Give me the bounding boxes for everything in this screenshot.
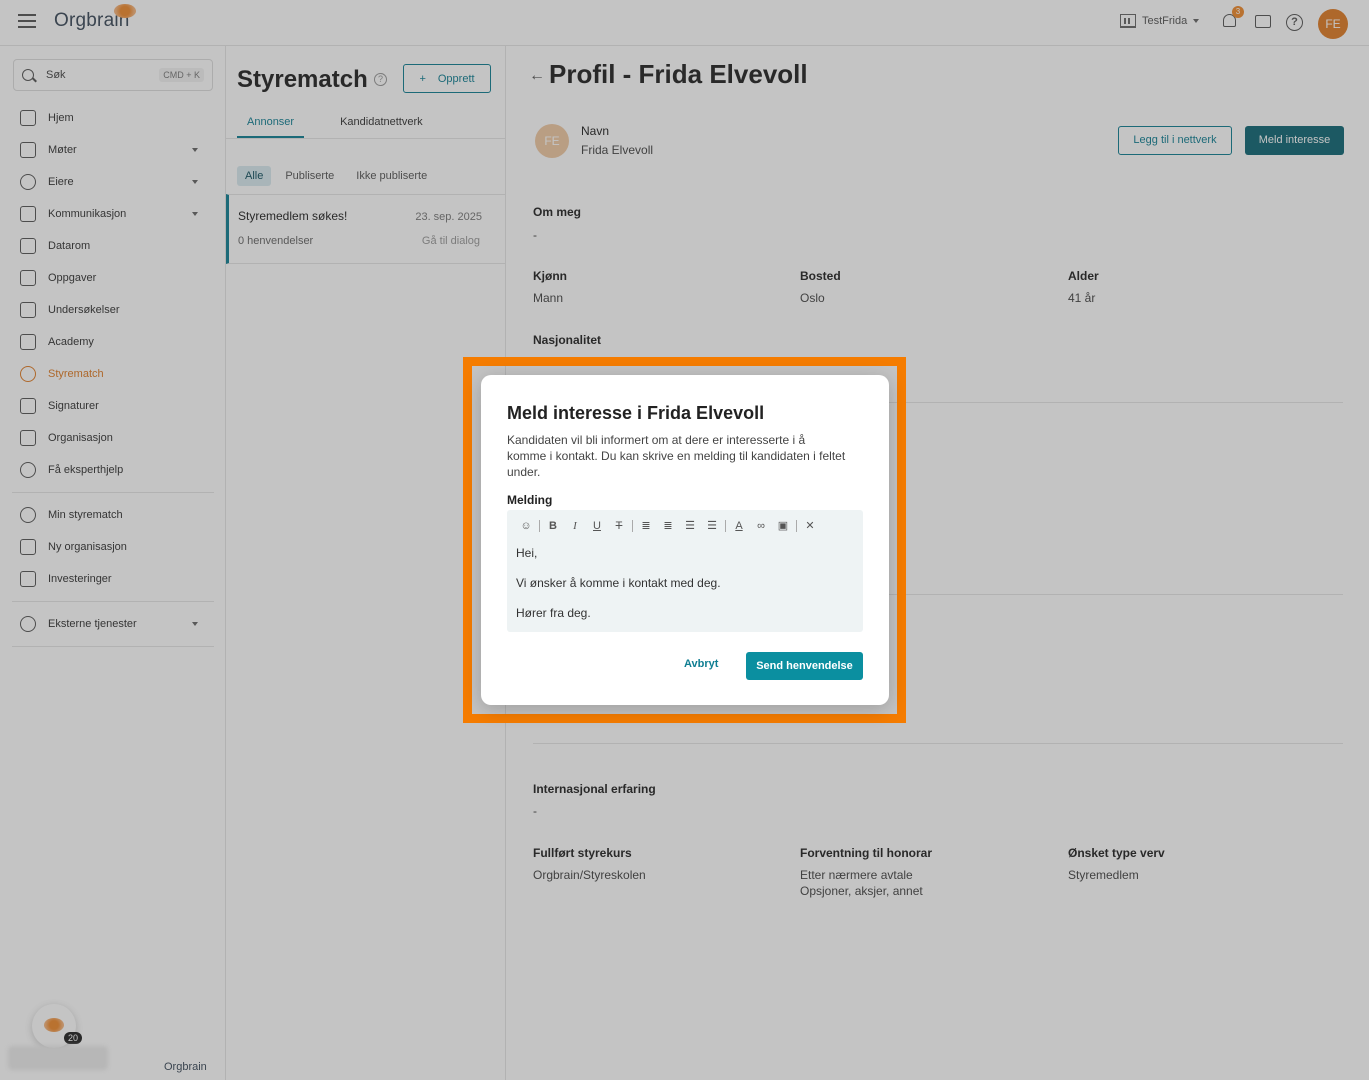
cancel-button[interactable]: Avbryt xyxy=(684,658,718,670)
bullet-list-icon[interactable]: ☰ xyxy=(679,518,701,534)
underline-icon[interactable]: U xyxy=(586,518,608,534)
interest-dialog: Meld interesse i Frida Elvevoll Kandidat… xyxy=(481,375,889,705)
editor-toolbar: ☺ B I U T ≣ ≣ ☰ ☰ A ∞ ▣ ✕ xyxy=(515,518,821,534)
clear-format-icon[interactable]: ✕ xyxy=(799,518,821,534)
link-icon[interactable]: ∞ xyxy=(750,518,772,534)
toolbar-separator xyxy=(796,520,797,532)
dialog-description: Kandidaten vil bli informert om at dere … xyxy=(507,433,846,479)
message-line: Vi ønsker å komme i kontakt med deg. xyxy=(516,576,721,590)
message-text[interactable]: Hei, Vi ønsker å komme i kontakt med deg… xyxy=(516,546,721,636)
message-label: Melding xyxy=(507,493,553,507)
outdent-icon[interactable]: ≣ xyxy=(657,518,679,534)
send-inquiry-button[interactable]: Send henvendelse xyxy=(746,652,863,680)
strikethrough-icon[interactable]: T xyxy=(608,518,630,534)
image-icon[interactable]: ▣ xyxy=(772,518,794,534)
bold-icon[interactable]: B xyxy=(542,518,564,534)
dialog-title: Meld interesse i Frida Elvevoll xyxy=(507,403,765,423)
message-line: Hei, xyxy=(516,546,538,560)
message-line: Hører fra deg. xyxy=(516,606,591,620)
toolbar-separator xyxy=(632,520,633,532)
toolbar-separator xyxy=(539,520,540,532)
indent-icon[interactable]: ≣ xyxy=(635,518,657,534)
numbered-list-icon[interactable]: ☰ xyxy=(701,518,723,534)
emoji-icon[interactable]: ☺ xyxy=(515,518,537,534)
text-color-icon[interactable]: A xyxy=(728,518,750,534)
italic-icon[interactable]: I xyxy=(564,518,586,534)
toolbar-separator xyxy=(725,520,726,532)
message-editor[interactable]: ☺ B I U T ≣ ≣ ☰ ☰ A ∞ ▣ ✕ Hei, Vi ønsker… xyxy=(507,510,863,632)
